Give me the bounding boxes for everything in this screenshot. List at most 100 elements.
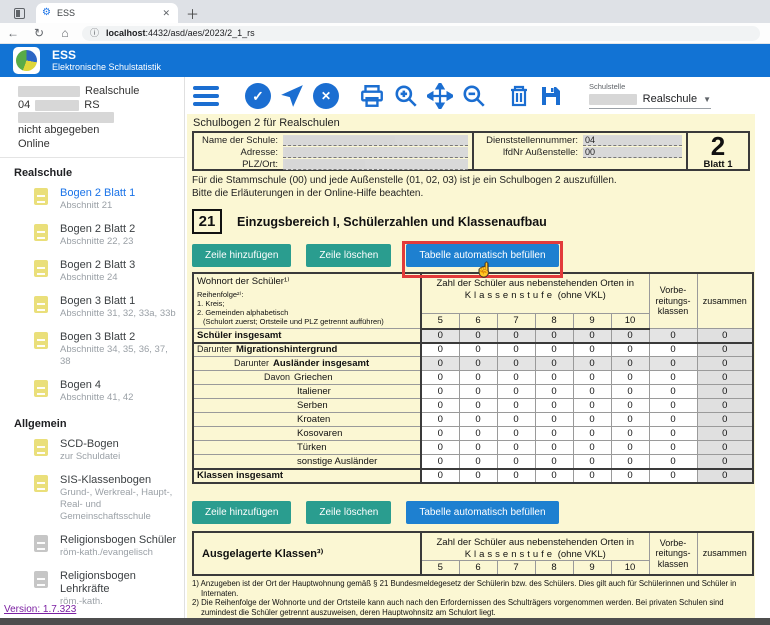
confirm-button[interactable]: ✓	[245, 83, 271, 109]
value-cell[interactable]: 0	[459, 413, 497, 427]
sidebar-item-bogen-2-blatt-1[interactable]: Bogen 2 Blatt 1Abschnitt 21	[0, 181, 184, 217]
zoom-out-button[interactable]	[461, 83, 487, 109]
autofill-button-2[interactable]: Tabelle automatisch befüllen	[406, 501, 558, 524]
value-cell[interactable]: 0	[459, 399, 497, 413]
value-cell[interactable]: 0	[649, 385, 697, 399]
adresse-field[interactable]	[283, 147, 468, 158]
cancel-button[interactable]: ✕	[313, 83, 339, 109]
sidebar-item-religionsbogen-schueler[interactable]: Religionsbogen Schülerröm-kath./evangeli…	[0, 528, 184, 564]
browser-tab-ess[interactable]: ⚙ ESS ✕	[36, 3, 178, 23]
plz-field[interactable]	[283, 159, 468, 170]
value-cell[interactable]: 0	[535, 371, 573, 385]
zoom-in-button[interactable]	[393, 83, 419, 109]
sidebar-item-bogen-3-blatt-1[interactable]: Bogen 3 Blatt 1Abschnitte 31, 32, 33a, 3…	[0, 289, 184, 325]
url-field[interactable]: ⓘ localhost :4432/asd/aes/2023/2_1_rs	[82, 26, 760, 41]
value-cell[interactable]: 0	[573, 441, 611, 455]
value-cell[interactable]: 0	[649, 413, 697, 427]
value-cell[interactable]: 0	[573, 399, 611, 413]
sidebar-item-bogen-2-blatt-3[interactable]: Bogen 2 Blatt 3Abschnitte 24	[0, 253, 184, 289]
value-cell[interactable]: 0	[535, 441, 573, 455]
value-cell[interactable]: 0	[497, 427, 535, 441]
delete-button[interactable]	[507, 84, 531, 108]
tab-actions-button[interactable]	[6, 4, 32, 23]
dienststellennummer-field[interactable]: 04	[583, 135, 682, 146]
home-icon[interactable]: ⌂	[52, 27, 78, 39]
value-cell[interactable]: 0	[649, 469, 697, 483]
value-cell[interactable]: 0	[459, 441, 497, 455]
value-cell[interactable]: 0	[649, 455, 697, 469]
value-cell[interactable]: 0	[649, 343, 697, 357]
value-cell[interactable]: 0	[573, 455, 611, 469]
value-cell[interactable]: 0	[497, 413, 535, 427]
value-cell[interactable]: 0	[611, 455, 649, 469]
value-cell[interactable]: 0	[535, 413, 573, 427]
save-button[interactable]	[539, 84, 563, 108]
value-cell[interactable]: 0	[649, 371, 697, 385]
value-cell[interactable]: 0	[497, 469, 535, 483]
value-cell[interactable]: 0	[649, 427, 697, 441]
move-button[interactable]	[427, 83, 453, 109]
add-row-button-2[interactable]: Zeile hinzufügen	[192, 501, 291, 524]
value-cell[interactable]: 0	[421, 469, 459, 483]
value-cell[interactable]: 0	[497, 399, 535, 413]
value-cell[interactable]: 0	[459, 343, 497, 357]
value-cell[interactable]: 0	[611, 469, 649, 483]
add-row-button[interactable]: Zeile hinzufügen	[192, 244, 291, 267]
value-cell[interactable]: 0	[497, 371, 535, 385]
sidebar-item-bogen-2-blatt-2[interactable]: Bogen 2 Blatt 2Abschnitte 22, 23	[0, 217, 184, 253]
sidebar-item-bogen-4[interactable]: Bogen 4Abschnitte 41, 42	[0, 373, 184, 409]
value-cell[interactable]: 0	[573, 343, 611, 357]
value-cell[interactable]: 0	[611, 427, 649, 441]
value-cell[interactable]: 0	[421, 441, 459, 455]
value-cell[interactable]: 0	[421, 427, 459, 441]
value-cell[interactable]: 0	[459, 455, 497, 469]
value-cell[interactable]: 0	[535, 399, 573, 413]
new-tab-button[interactable]: ＋	[186, 8, 199, 21]
value-cell[interactable]: 0	[535, 385, 573, 399]
value-cell[interactable]: 0	[573, 427, 611, 441]
value-cell[interactable]: 0	[611, 385, 649, 399]
value-cell[interactable]: 0	[459, 469, 497, 483]
close-icon[interactable]: ✕	[160, 8, 172, 19]
value-cell[interactable]: 0	[497, 385, 535, 399]
value-cell[interactable]: 0	[421, 371, 459, 385]
value-cell[interactable]: 0	[611, 343, 649, 357]
schulstelle-select[interactable]: Schulstelle Realschule ▼	[589, 82, 711, 109]
value-cell[interactable]: 0	[497, 455, 535, 469]
delete-row-button[interactable]: Zeile löschen	[306, 244, 391, 267]
value-cell[interactable]: 0	[573, 469, 611, 483]
lfdnr-field[interactable]: 00	[583, 147, 682, 158]
value-cell[interactable]: 0	[421, 455, 459, 469]
value-cell[interactable]: 0	[459, 385, 497, 399]
value-cell[interactable]: 0	[535, 469, 573, 483]
value-cell[interactable]: 0	[421, 413, 459, 427]
value-cell[interactable]: 0	[611, 371, 649, 385]
delete-row-button-2[interactable]: Zeile löschen	[306, 501, 391, 524]
value-cell[interactable]: 0	[421, 385, 459, 399]
send-button[interactable]	[279, 83, 305, 109]
value-cell[interactable]: 0	[421, 343, 459, 357]
value-cell[interactable]: 0	[459, 371, 497, 385]
value-cell[interactable]: 0	[649, 399, 697, 413]
sidebar-item-scd-bogen[interactable]: SCD-Bogenzur Schuldatei	[0, 432, 184, 468]
value-cell[interactable]: 0	[497, 441, 535, 455]
reload-icon[interactable]: ↻	[26, 27, 52, 39]
menu-button[interactable]	[193, 84, 225, 108]
version-link[interactable]: Version: 1.7.323	[4, 604, 76, 615]
school-name-field[interactable]	[283, 135, 468, 146]
value-cell[interactable]: 0	[421, 399, 459, 413]
value-cell[interactable]: 0	[611, 413, 649, 427]
value-cell[interactable]: 0	[535, 455, 573, 469]
print-button[interactable]	[359, 83, 385, 109]
sidebar-item-bogen-3-blatt-2[interactable]: Bogen 3 Blatt 2Abschnitte 34, 35, 36, 37…	[0, 325, 184, 373]
value-cell[interactable]: 0	[573, 413, 611, 427]
value-cell[interactable]: 0	[611, 399, 649, 413]
value-cell[interactable]: 0	[497, 343, 535, 357]
value-cell[interactable]: 0	[573, 371, 611, 385]
value-cell[interactable]: 0	[573, 385, 611, 399]
sidebar-item-sis-klassenbogen[interactable]: SIS-KlassenbogenGrund-, Werkreal-, Haupt…	[0, 468, 184, 528]
value-cell[interactable]: 0	[535, 343, 573, 357]
value-cell[interactable]: 0	[535, 427, 573, 441]
back-icon[interactable]: ←	[0, 27, 26, 39]
value-cell[interactable]: 0	[459, 427, 497, 441]
